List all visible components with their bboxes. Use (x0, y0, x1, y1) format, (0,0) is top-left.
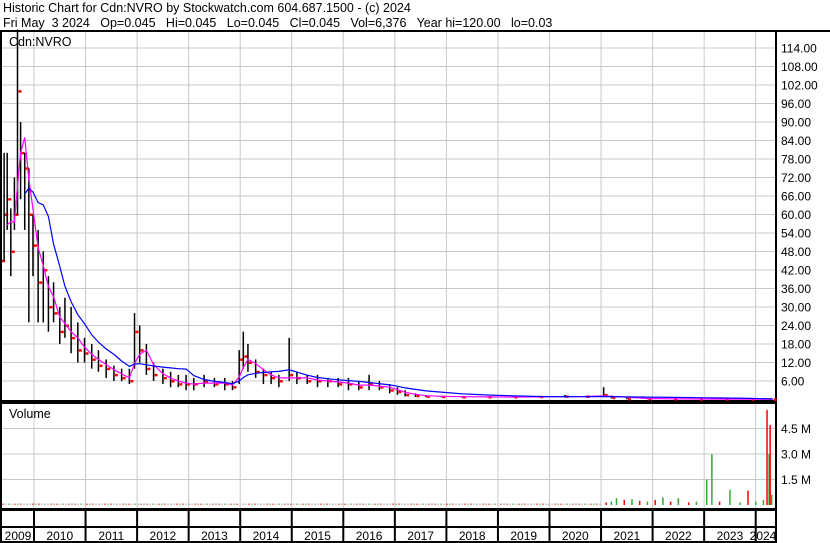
year-label: 2015 (304, 529, 331, 543)
close-tick (339, 383, 343, 386)
price-tick-label: 72.00 (781, 171, 811, 185)
close-tick (390, 389, 394, 392)
year-label: 2010 (46, 529, 73, 543)
close-tick (54, 312, 58, 315)
close-tick (39, 281, 43, 284)
close-tick (60, 330, 64, 334)
close-tick (99, 364, 103, 368)
year-label: 2020 (562, 529, 589, 543)
close-tick (233, 386, 237, 389)
year-label: 2023 (717, 529, 744, 543)
symbol-label: Cdn:NVRO (9, 35, 72, 49)
close-tick (359, 386, 363, 389)
price-tick-label: 78.00 (781, 153, 811, 167)
close-tick (49, 306, 53, 309)
close-tick (85, 352, 89, 355)
close-tick (147, 367, 151, 371)
close-tick (72, 336, 76, 340)
close-tick (290, 373, 294, 377)
close-tick (264, 373, 268, 377)
year-label: 2011 (98, 529, 124, 543)
volume-tick-label: 1.5 M (781, 473, 811, 487)
year-label: 2009 (5, 529, 32, 543)
price-tick-label: 18.00 (781, 338, 811, 352)
year-label: 2012 (150, 529, 177, 543)
close-tick (78, 349, 82, 352)
price-tick-label: 24.00 (781, 319, 811, 333)
price-tick-label: 114.00 (781, 42, 817, 56)
stock-chart: Historic Chart for Cdn:NVRO by Stockwatc… (0, 0, 830, 543)
volume-panel-frame (0, 402, 777, 510)
price-tick-label: 102.00 (781, 79, 818, 93)
volume-tick-label: 3.0 M (781, 448, 811, 462)
close-tick (627, 397, 631, 401)
price-tick-label: 90.00 (781, 116, 811, 130)
year-label: 2016 (356, 529, 383, 543)
year-label: 2021 (613, 529, 640, 543)
close-tick (33, 244, 37, 247)
year-label: 2017 (407, 529, 434, 543)
price-tick-label: 12.00 (781, 356, 811, 370)
close-tick (140, 349, 144, 352)
close-tick (406, 393, 410, 397)
price-tick-label: 60.00 (781, 208, 811, 222)
price-tick-label: 84.00 (781, 134, 811, 148)
close-tick (122, 376, 126, 380)
price-tick-label: 96.00 (781, 97, 811, 111)
price-tick-label: 54.00 (781, 227, 811, 241)
price-tick-label: 36.00 (781, 282, 811, 296)
year-label: 2019 (510, 529, 537, 543)
year-label: 2022 (665, 529, 692, 543)
close-tick (130, 380, 134, 383)
close-tick (92, 358, 96, 361)
volume-label: Volume (9, 407, 51, 421)
close-tick (135, 330, 139, 334)
price-panel-frame (0, 30, 777, 402)
year-label: 2013 (201, 529, 228, 543)
close-tick (154, 373, 158, 377)
year-label: 2024 (750, 529, 777, 543)
year-label: 2018 (459, 529, 486, 543)
price-tick-label: 42.00 (781, 264, 811, 278)
close-tick (244, 355, 248, 358)
close-tick (272, 376, 276, 380)
close-tick (163, 376, 167, 380)
moving-average-line (6, 137, 773, 400)
close-tick (11, 250, 15, 253)
close-tick (18, 90, 22, 93)
close-tick (279, 380, 283, 383)
close-tick (107, 367, 111, 371)
price-tick-label: 6.00 (781, 375, 805, 389)
year-label: 2014 (253, 529, 280, 543)
price-tick-label: 108.00 (781, 60, 818, 74)
close-tick (308, 380, 312, 383)
price-tick-label: 66.00 (781, 190, 811, 204)
close-tick (179, 383, 183, 386)
volume-tick-label: 4.5 M (781, 422, 811, 436)
close-tick (171, 380, 175, 383)
price-tick-label: 30.00 (781, 301, 811, 315)
price-tick-label: 48.00 (781, 245, 811, 259)
chart-canvas: 6.00 12.00 18.00 24.00 30.00 36.00 42.00 48.00 5… (0, 29, 830, 543)
close-tick (8, 198, 12, 201)
close-tick (114, 373, 118, 377)
close-tick (773, 398, 777, 401)
